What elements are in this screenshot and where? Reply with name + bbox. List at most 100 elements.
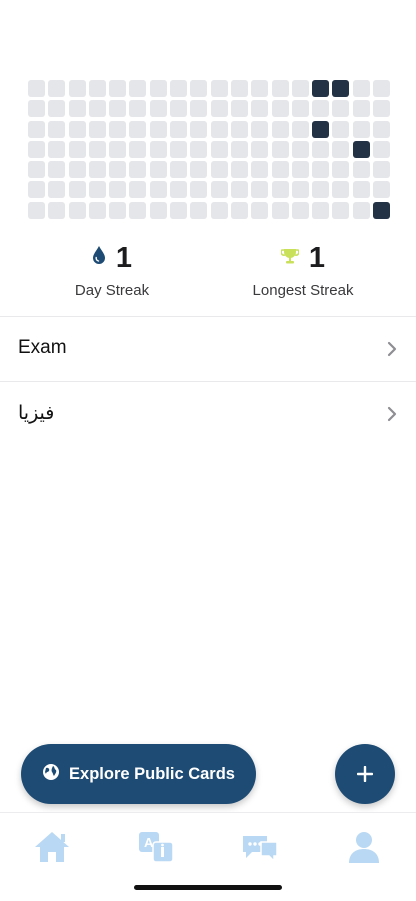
home-indicator (134, 885, 282, 890)
heatmap-cell (28, 100, 45, 118)
heatmap-cell (129, 181, 147, 199)
heatmap-cell (190, 201, 208, 219)
heatmap-cell (190, 100, 208, 118)
heatmap-cell (68, 161, 86, 179)
heatmap-cell (88, 201, 106, 219)
explore-public-cards-button[interactable]: Explore Public Cards (21, 744, 256, 804)
heatmap-cell (149, 161, 167, 179)
deck-row-physics[interactable]: فيزيا (0, 382, 416, 446)
heatmap-cell (291, 161, 309, 179)
add-button[interactable] (335, 744, 395, 804)
heatmap-cell (230, 181, 248, 199)
heatmap-cell (352, 201, 370, 219)
heatmap-cell (48, 140, 66, 158)
heatmap-cell (373, 161, 391, 179)
heatmap-cell (129, 201, 147, 219)
heatmap-cell (210, 161, 228, 179)
heatmap-cell (68, 80, 86, 97)
heatmap-cell (332, 161, 350, 179)
globe-icon (42, 763, 60, 786)
heatmap-cell (109, 161, 127, 179)
heatmap-cell (312, 201, 330, 219)
heatmap-cell (373, 80, 391, 97)
heatmap-cell (149, 100, 167, 118)
deck-row-exam[interactable]: Exam (0, 317, 416, 381)
profile-icon (349, 832, 379, 863)
heatmap-cell (271, 161, 289, 179)
heatmap-cell (230, 100, 248, 118)
heatmap-cell (210, 181, 228, 199)
tab-profile[interactable] (344, 829, 384, 865)
heatmap-cell (251, 161, 269, 179)
heatmap-cell (271, 120, 289, 138)
heatmap-cell (352, 181, 370, 199)
heatmap-cell (332, 201, 350, 219)
heatmap-cell (190, 80, 208, 97)
heatmap-cell (68, 140, 86, 158)
heatmap-cell (210, 100, 228, 118)
trophy-icon (280, 247, 300, 270)
heatmap-cell (190, 161, 208, 179)
heatmap-cell (149, 181, 167, 199)
heatmap-cell (373, 181, 391, 199)
heatmap-cell-active (332, 80, 350, 97)
heatmap-cell (170, 80, 188, 97)
heatmap-cell (170, 201, 188, 219)
heatmap-cell (190, 140, 208, 158)
heatmap-cell (230, 140, 248, 158)
heatmap-cell (88, 100, 106, 118)
explore-label: Explore Public Cards (69, 764, 235, 783)
heatmap-cell (312, 181, 330, 199)
heatmap-cell (170, 100, 188, 118)
streak-heatmap (28, 80, 391, 219)
heatmap-cell (291, 181, 309, 199)
heatmap-cell (271, 201, 289, 219)
deck-label: Exam (18, 337, 67, 358)
heatmap-cell (291, 100, 309, 118)
heatmap-cell (332, 181, 350, 199)
heatmap-cell (190, 181, 208, 199)
heatmap-cell (88, 181, 106, 199)
heatmap-cell (251, 140, 269, 158)
heatmap-cell (291, 120, 309, 138)
heatmap-cell (210, 140, 228, 158)
heatmap-cell (170, 161, 188, 179)
streak-stats: 1 Day Streak 1 Longest Streak (0, 240, 416, 304)
heatmap-cell (149, 80, 167, 97)
chevron-right-icon (387, 406, 397, 422)
heatmap-cell (170, 140, 188, 158)
heatmap-cell (129, 161, 147, 179)
heatmap-cell (291, 140, 309, 158)
heatmap-cell (230, 120, 248, 138)
heatmap-cell (251, 201, 269, 219)
heatmap-cell (28, 161, 45, 179)
longest-streak-label: Longest Streak (252, 282, 354, 299)
heatmap-cell (129, 120, 147, 138)
heatmap-cell (373, 100, 391, 118)
heatmap-cell (149, 140, 167, 158)
tab-translate[interactable]: A (136, 829, 176, 865)
heatmap-cell (88, 161, 106, 179)
heatmap-cell (109, 201, 127, 219)
heatmap-cell-active (373, 201, 391, 219)
heatmap-cell (291, 80, 309, 97)
heatmap-cell (251, 181, 269, 199)
heatmap-cell (48, 161, 66, 179)
longest-streak-value: 1 (308, 242, 326, 274)
heatmap-cell (68, 181, 86, 199)
heatmap-cell (190, 120, 208, 138)
heatmap-cell (170, 120, 188, 138)
heatmap-cell (352, 161, 370, 179)
deck-list: Exam فيزيا (0, 316, 416, 446)
chat-icon (243, 836, 278, 863)
home-icon (35, 832, 69, 862)
heatmap-cell (352, 120, 370, 138)
tab-chat[interactable] (240, 829, 280, 865)
heatmap-cell (48, 181, 66, 199)
heatmap-cell-active (312, 120, 330, 138)
heatmap-cell (271, 80, 289, 97)
heatmap-cell (271, 140, 289, 158)
heatmap-cell (271, 181, 289, 199)
day-streak-value: 1 (115, 242, 133, 274)
tab-home[interactable] (32, 829, 72, 865)
